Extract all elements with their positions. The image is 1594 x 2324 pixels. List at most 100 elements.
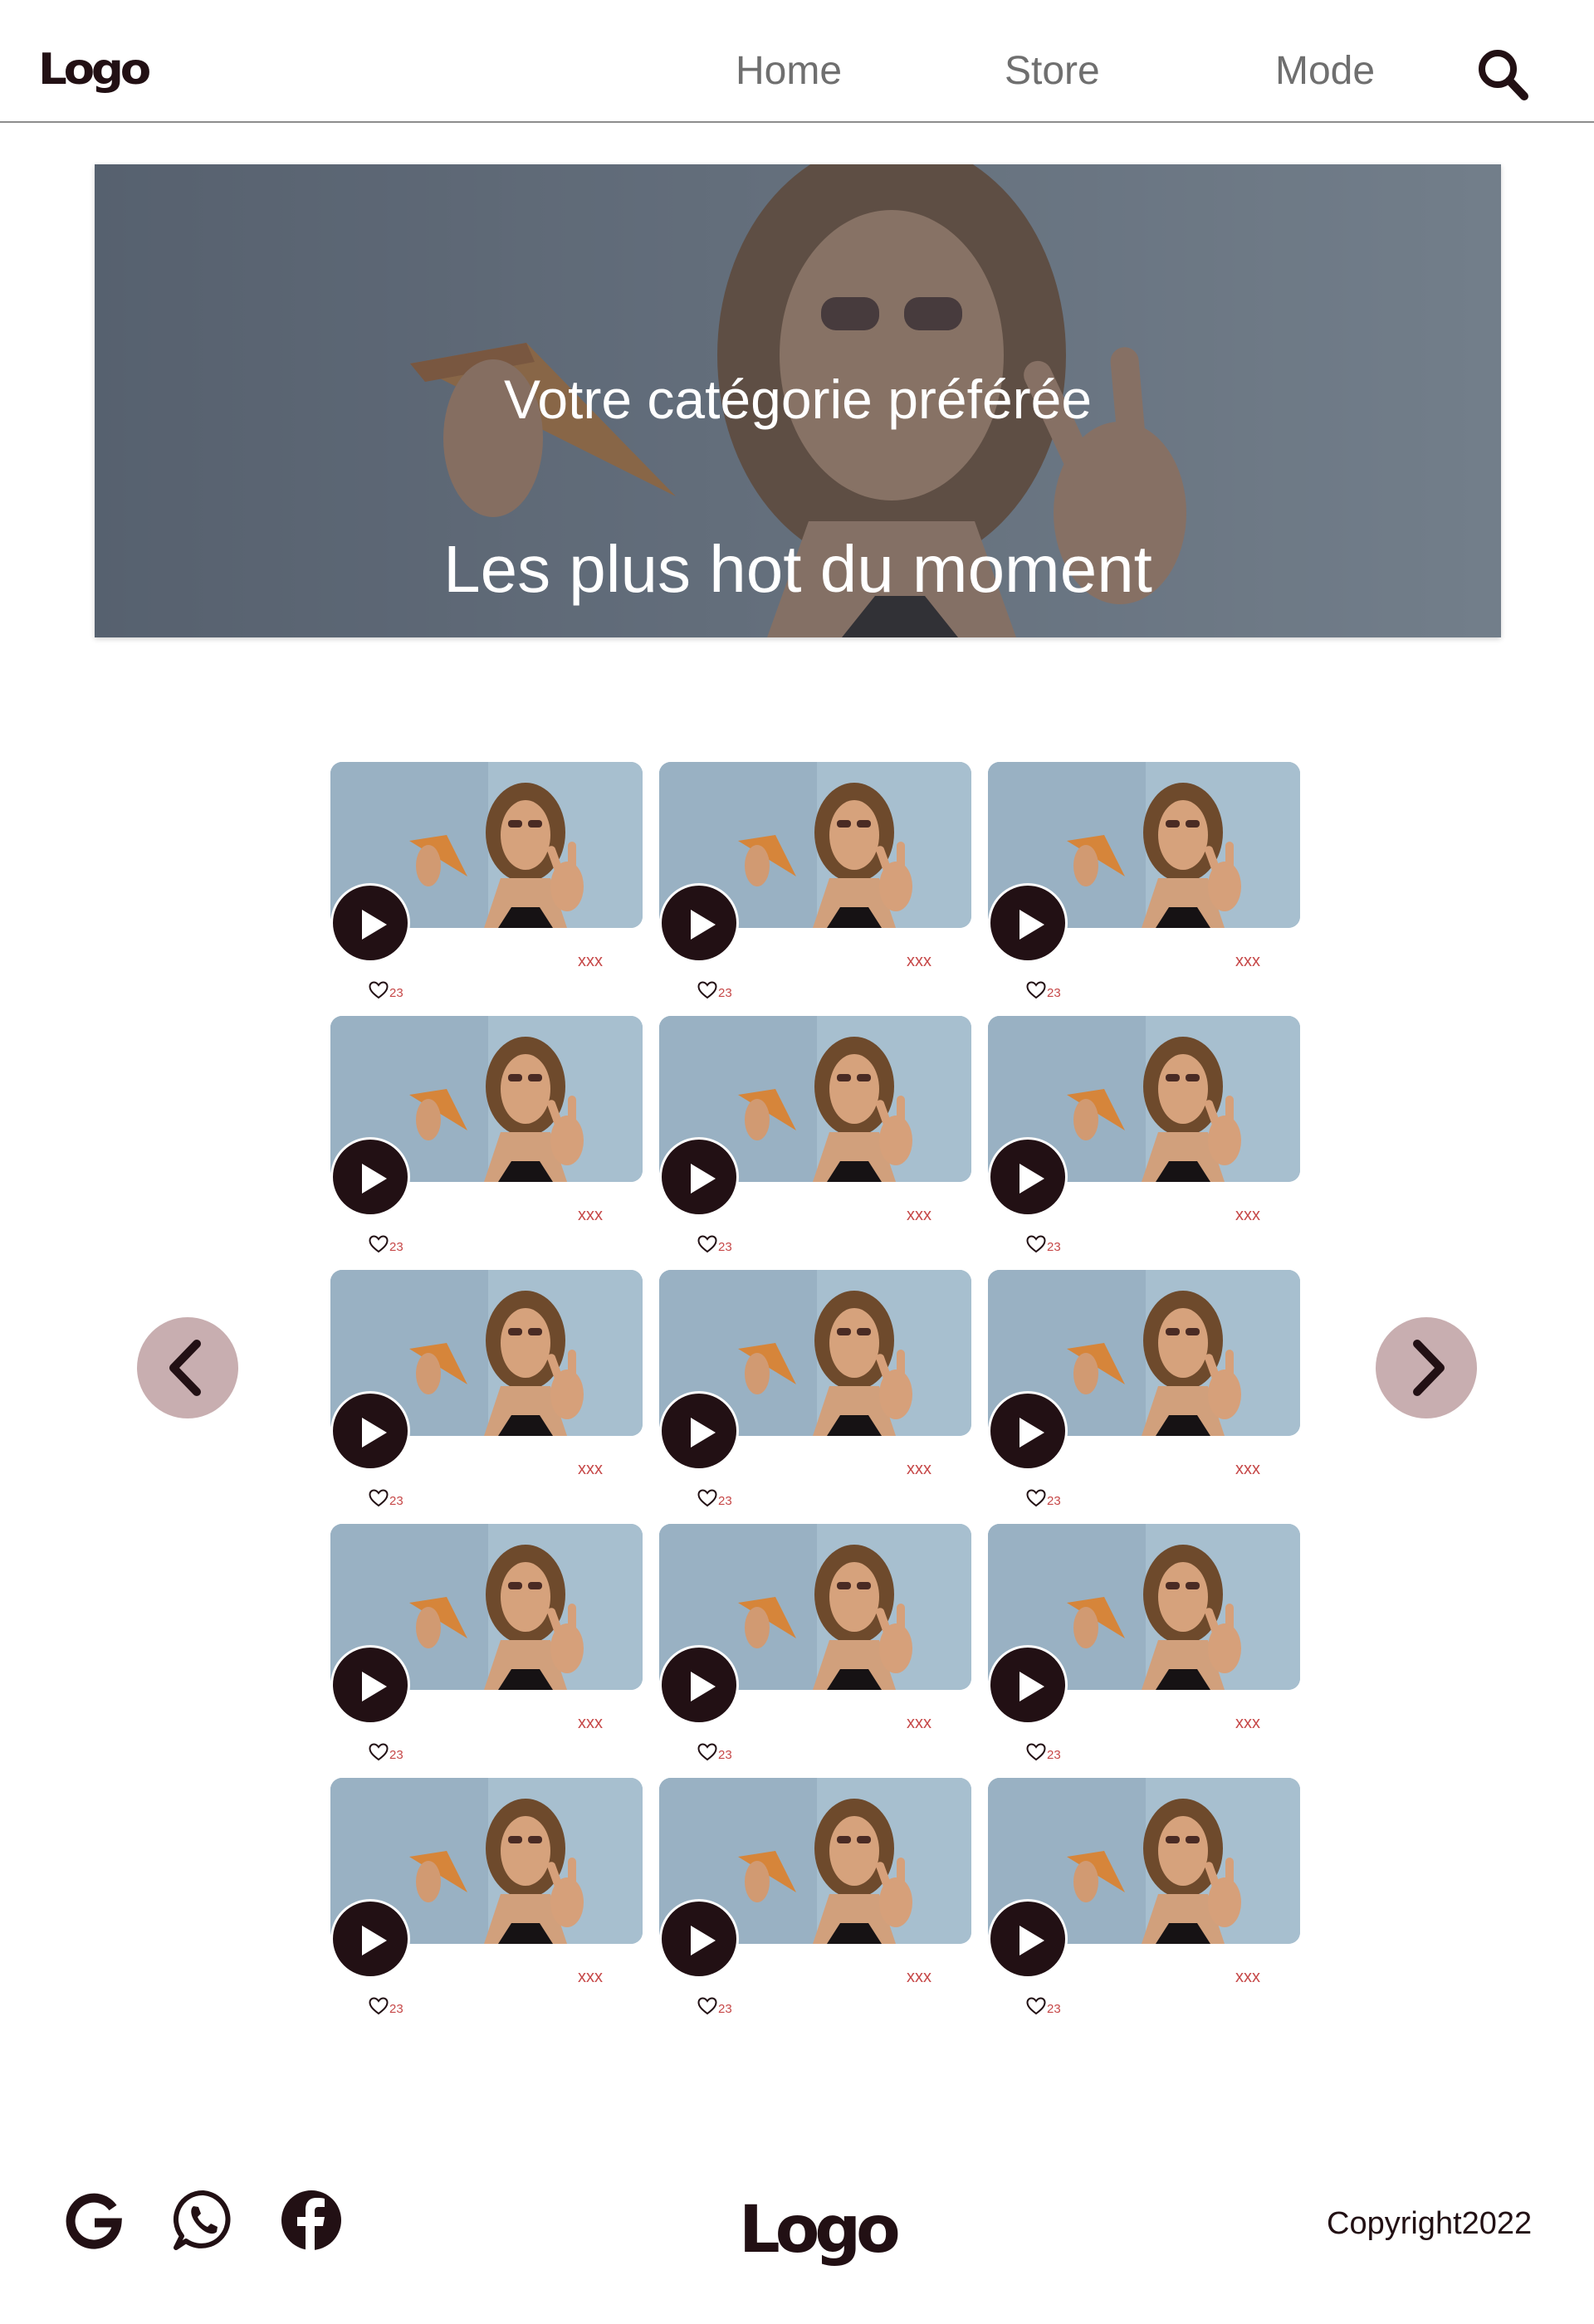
card-tag: xxx <box>907 1460 931 1478</box>
like-button[interactable]: 23 <box>369 979 403 999</box>
heart-icon <box>697 1997 717 2015</box>
video-card[interactable]: xxx 23 <box>988 1270 1302 1511</box>
like-button[interactable]: 23 <box>369 1995 403 2015</box>
play-button[interactable] <box>330 1391 410 1471</box>
card-tag: xxx <box>1235 952 1260 970</box>
play-button[interactable] <box>988 1391 1068 1471</box>
card-tag: xxx <box>907 952 931 970</box>
video-card[interactable]: xxx 23 <box>330 762 644 1003</box>
video-card[interactable]: xxx 23 <box>659 1016 973 1257</box>
like-count: 23 <box>1047 1240 1061 1254</box>
nav-store[interactable]: Store <box>1005 51 1100 91</box>
search-icon[interactable] <box>1474 46 1531 103</box>
nav-home[interactable]: Home <box>736 51 842 91</box>
copyright-text: Copyright2022 <box>1327 2206 1533 2241</box>
chevron-left-icon <box>169 1340 201 1396</box>
video-card[interactable]: xxx 23 <box>988 1016 1302 1257</box>
play-button[interactable] <box>330 883 410 963</box>
video-card[interactable]: xxx 23 <box>330 1016 644 1257</box>
whatsapp-icon[interactable] <box>171 2188 236 2253</box>
like-count: 23 <box>389 2002 403 2016</box>
heart-icon <box>369 1235 389 1253</box>
play-button[interactable] <box>330 1899 410 1979</box>
card-tag: xxx <box>578 1968 603 1986</box>
like-button[interactable]: 23 <box>369 1487 403 1507</box>
like-count: 23 <box>1047 2002 1061 2016</box>
video-card[interactable]: xxx 23 <box>330 1270 644 1511</box>
play-button[interactable] <box>988 1137 1068 1217</box>
video-card[interactable]: xxx 23 <box>330 1524 644 1765</box>
like-button[interactable]: 23 <box>697 979 732 999</box>
heart-icon <box>697 1489 717 1507</box>
video-card[interactable]: xxx 23 <box>659 1270 973 1511</box>
play-button[interactable] <box>659 1137 739 1217</box>
heart-icon <box>1026 1235 1046 1253</box>
like-button[interactable]: 23 <box>697 1233 732 1253</box>
play-button[interactable] <box>330 1137 410 1217</box>
like-count: 23 <box>389 1240 403 1254</box>
like-count: 23 <box>718 986 732 1000</box>
like-count: 23 <box>389 986 403 1000</box>
google-icon[interactable] <box>61 2188 126 2253</box>
like-button[interactable]: 23 <box>1026 1995 1061 2015</box>
card-tag: xxx <box>1235 1460 1260 1478</box>
play-button[interactable] <box>659 1645 739 1725</box>
like-count: 23 <box>389 1494 403 1508</box>
like-button[interactable]: 23 <box>697 1487 732 1507</box>
video-card[interactable]: xxx 23 <box>659 1524 973 1765</box>
like-count: 23 <box>1047 1494 1061 1508</box>
hero-title: Les plus hot du moment <box>443 532 1152 606</box>
card-tag: xxx <box>578 1206 603 1224</box>
play-button[interactable] <box>988 1645 1068 1725</box>
nav-mode[interactable]: Mode <box>1275 51 1375 91</box>
heart-icon <box>1026 1997 1046 2015</box>
like-button[interactable]: 23 <box>1026 1741 1061 1761</box>
play-button[interactable] <box>659 883 739 963</box>
chevron-right-icon <box>1413 1340 1445 1396</box>
card-tag: xxx <box>1235 1714 1260 1732</box>
like-count: 23 <box>718 2002 732 2016</box>
prev-button[interactable] <box>137 1317 238 1418</box>
like-button[interactable]: 23 <box>1026 1233 1061 1253</box>
video-card[interactable]: xxx 23 <box>659 1778 973 2019</box>
card-tag: xxx <box>578 1460 603 1478</box>
next-button[interactable] <box>1376 1317 1477 1418</box>
play-button[interactable] <box>659 1391 739 1471</box>
footer-logo[interactable]: Logo <box>739 2198 901 2263</box>
card-tag: xxx <box>1235 1968 1260 1986</box>
like-count: 23 <box>718 1240 732 1254</box>
play-button[interactable] <box>330 1645 410 1725</box>
like-button[interactable]: 23 <box>1026 1487 1061 1507</box>
heart-icon <box>697 1235 717 1253</box>
video-card[interactable]: xxx 23 <box>988 1524 1302 1765</box>
card-tag: xxx <box>578 952 603 970</box>
play-button[interactable] <box>988 1899 1068 1979</box>
like-count: 23 <box>1047 1748 1061 1762</box>
hero-subtitle: Votre catégorie préférée <box>503 369 1093 430</box>
card-tag: xxx <box>907 1206 931 1224</box>
like-button[interactable]: 23 <box>369 1233 403 1253</box>
hero-banner: Votre catégorie préférée Les plus hot du… <box>95 164 1501 637</box>
like-count: 23 <box>389 1748 403 1762</box>
like-button[interactable]: 23 <box>697 1995 732 2015</box>
like-count: 23 <box>718 1748 732 1762</box>
like-button[interactable]: 23 <box>697 1741 732 1761</box>
like-button[interactable]: 23 <box>369 1741 403 1761</box>
video-card[interactable]: xxx 23 <box>330 1778 644 2019</box>
video-card[interactable]: xxx 23 <box>659 762 973 1003</box>
card-tag: xxx <box>578 1714 603 1732</box>
card-tag: xxx <box>907 1714 931 1732</box>
play-button[interactable] <box>988 883 1068 963</box>
heart-icon <box>1026 1489 1046 1507</box>
like-button[interactable]: 23 <box>1026 979 1061 999</box>
heart-icon <box>369 1997 389 2015</box>
video-card[interactable]: xxx 23 <box>988 762 1302 1003</box>
heart-icon <box>697 981 717 999</box>
facebook-icon[interactable] <box>279 2188 344 2253</box>
video-card[interactable]: xxx 23 <box>988 1778 1302 2019</box>
heart-icon <box>369 1743 389 1761</box>
header-logo[interactable]: Logo <box>38 48 151 91</box>
play-button[interactable] <box>659 1899 739 1979</box>
video-grid: xxx 23 xxx 23 xxx 23 xxx 23 xxx 23 xxx 2… <box>330 762 1302 2032</box>
heart-icon <box>1026 1743 1046 1761</box>
